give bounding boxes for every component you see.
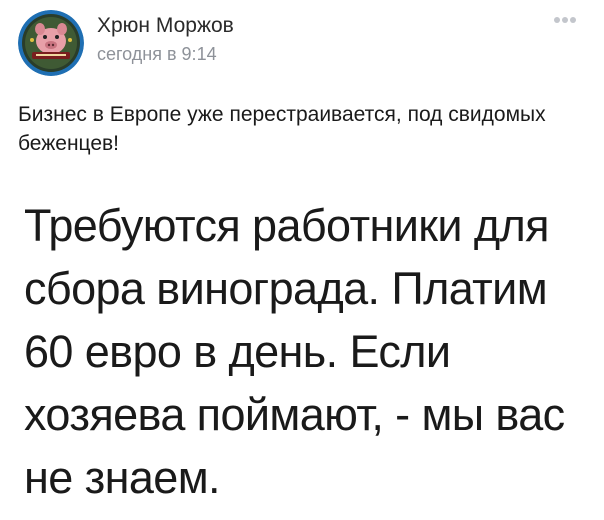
more-options-button[interactable] [548,10,582,30]
more-dots-icon [554,17,576,23]
author-name[interactable]: Хрюн Моржов [97,14,234,38]
post-caption: Бизнес в Европе уже перестраивается, под… [18,103,546,155]
pig-avatar-icon [18,10,84,76]
post-timestamp[interactable]: сегодня в 9:14 [97,44,217,65]
author-avatar[interactable] [18,10,84,76]
post-image-text: Требуются работники для сбора винограда.… [24,200,565,503]
post-card: Хрюн Моржов сегодня в 9:14 Бизнес в Евро… [0,0,604,520]
